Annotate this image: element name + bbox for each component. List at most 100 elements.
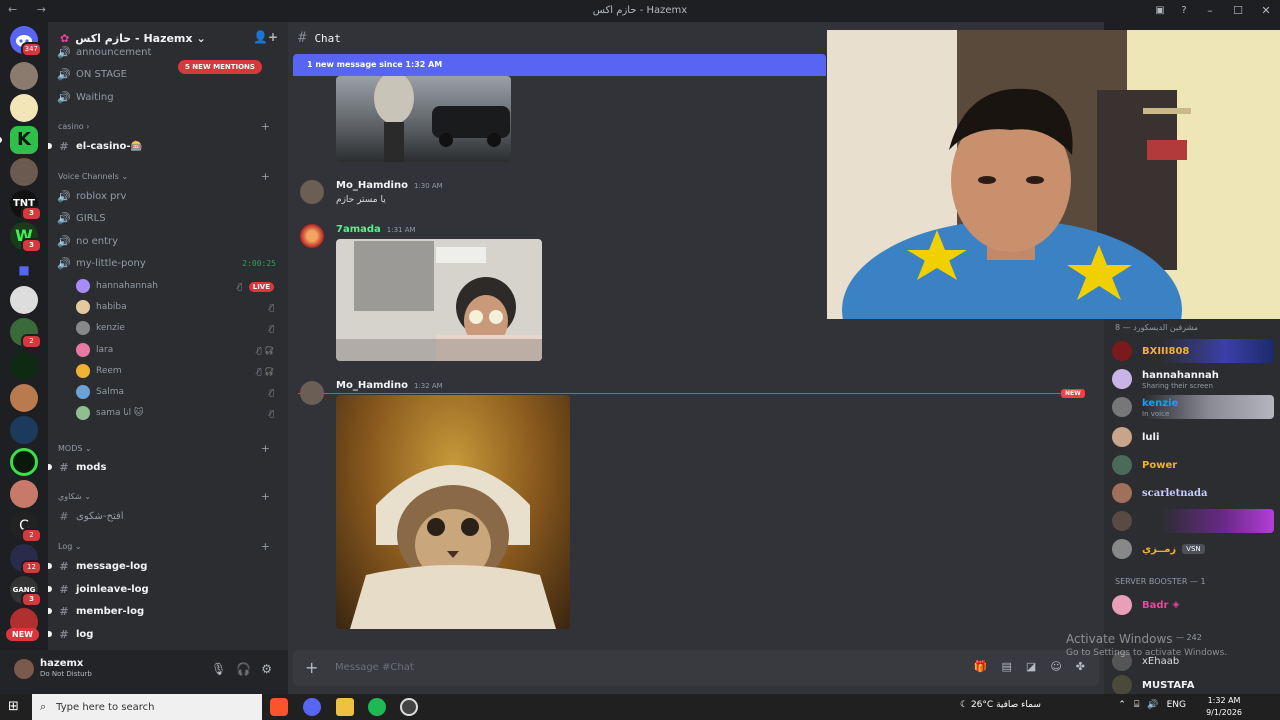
channel-message-log[interactable]: # message-log xyxy=(48,556,282,576)
obs-icon[interactable] xyxy=(400,698,418,716)
user-name[interactable]: hazemx xyxy=(40,658,83,669)
server-icon[interactable]: W3 xyxy=(10,222,42,253)
add-channel-icon[interactable]: + xyxy=(261,120,270,133)
category-voice[interactable]: Voice Channels ⌄ + xyxy=(58,170,282,186)
server-icon[interactable] xyxy=(10,158,38,186)
add-channel-icon[interactable]: + xyxy=(261,170,270,183)
channel-member-log[interactable]: # member-log xyxy=(48,601,282,621)
server-icon[interactable] xyxy=(10,62,38,90)
emoji-icon[interactable]: ☺ xyxy=(1050,660,1061,673)
member-item[interactable]: hannahannah Sharing their screen xyxy=(1112,367,1274,391)
server-icon[interactable] xyxy=(10,384,38,412)
message-author[interactable]: 7amada 1:31 AM xyxy=(336,224,416,235)
server-icon[interactable]: GANG 3 xyxy=(10,576,42,607)
mic-icon[interactable]: 🎙 xyxy=(211,662,226,676)
voice-user[interactable]: Salma 🎙̸ xyxy=(76,382,276,402)
server-icon[interactable] xyxy=(10,352,38,380)
member-item[interactable]: Power xyxy=(1112,453,1274,477)
headphones-icon[interactable]: 🎧 xyxy=(236,662,251,676)
close-button[interactable]: ✕ xyxy=(1252,0,1280,22)
image-attachment[interactable] xyxy=(336,239,542,361)
server-icon[interactable] xyxy=(10,480,38,508)
server-icon[interactable]: 2 xyxy=(10,318,42,349)
category-casino[interactable]: casino › + xyxy=(58,120,282,136)
channel-log[interactable]: # log xyxy=(48,624,282,644)
apps-icon[interactable]: ✤ xyxy=(1076,660,1085,673)
voice-user[interactable]: hannahannah 🎙̸ LIVE xyxy=(76,276,276,296)
server-icon[interactable]: 12 xyxy=(10,544,42,575)
network-icon[interactable]: ⌸ xyxy=(1134,700,1139,710)
windows-start-icon[interactable]: ⊞ xyxy=(8,699,19,714)
spotify-icon[interactable] xyxy=(368,698,386,716)
add-channel-icon[interactable]: + xyxy=(261,442,270,455)
channel-roblox-prv[interactable]: 🔊 roblox prv xyxy=(56,186,282,206)
channel-no-entry[interactable]: 🔊 no entry xyxy=(56,231,282,251)
image-attachment[interactable] xyxy=(336,76,511,162)
category-mods[interactable]: MODS ⌄ + xyxy=(58,442,282,458)
server-icon[interactable]: TNT 3 xyxy=(10,190,42,221)
member-item[interactable]: BXIII808 xyxy=(1112,339,1274,363)
new-mentions-badge[interactable]: 5 NEW MENTIONS xyxy=(178,60,262,74)
folder-icon[interactable]: ■ xyxy=(10,256,38,284)
minimize-button[interactable]: – xyxy=(1196,0,1224,22)
gift-icon[interactable]: 🎁 xyxy=(974,660,988,673)
message-author[interactable]: Mo_Hamdino 1:32 AM xyxy=(336,380,443,391)
add-channel-icon[interactable]: + xyxy=(261,540,270,553)
category-log[interactable]: Log ⌄ + xyxy=(58,540,282,556)
sticker-icon[interactable]: ◪ xyxy=(1026,660,1036,673)
avatar[interactable] xyxy=(300,381,324,405)
add-channel-icon[interactable]: + xyxy=(261,490,270,503)
member-item[interactable]: kenzie In voice xyxy=(1112,395,1274,419)
brave-icon[interactable] xyxy=(270,698,288,716)
member-item[interactable]: Badr ◈ xyxy=(1112,593,1274,617)
voice-user[interactable]: lara 🎙̸ 🎧̸ xyxy=(76,340,276,360)
server-icon[interactable] xyxy=(10,286,38,314)
member-item[interactable]: luli xyxy=(1112,425,1274,449)
message-author[interactable]: Mo_Hamdino 1:30 AM xyxy=(336,180,443,191)
voice-user[interactable]: Reem 🎙̸ 🎧̸ xyxy=(76,361,276,381)
channel-girls[interactable]: 🔊 GIRLS xyxy=(56,208,282,228)
voice-user[interactable]: habiba 🎙̸ xyxy=(76,297,276,317)
weather-widget[interactable]: ☾ 26°C سماء صافية xyxy=(960,700,1041,710)
avatar[interactable] xyxy=(14,659,34,679)
channel-waiting[interactable]: 🔊 Waiting xyxy=(56,87,282,107)
language-indicator[interactable]: ENG xyxy=(1167,700,1186,710)
server-icon[interactable]: C2 xyxy=(10,512,42,543)
message-input[interactable]: Message #Chat xyxy=(335,662,414,673)
server-icon[interactable]: K xyxy=(0,126,38,154)
channel-complaints[interactable]: # افتح-شكوى xyxy=(56,506,282,526)
settings-icon[interactable]: ⚙ xyxy=(261,662,272,676)
inbox-icon[interactable]: ▣ xyxy=(1148,0,1172,22)
member-item[interactable]: scarletnada xyxy=(1112,481,1274,505)
server-icon[interactable] xyxy=(10,448,38,476)
maximize-button[interactable]: ☐ xyxy=(1224,0,1252,22)
avatar[interactable] xyxy=(300,224,324,248)
new-unread-pill[interactable]: NEW xyxy=(6,628,39,641)
member-item[interactable] xyxy=(1112,509,1274,533)
taskbar-clock[interactable]: 1:32 AM 9/1/2026 xyxy=(1206,695,1242,719)
taskbar-search[interactable]: ⌕ Type here to search xyxy=(32,694,262,720)
channel-mods[interactable]: # mods xyxy=(48,457,282,477)
channel-announcement[interactable]: 🔊 announcement xyxy=(56,42,282,62)
tray-chevron-icon[interactable]: ⌃ xyxy=(1118,700,1126,710)
voice-user[interactable]: kenzie 🎙̸ xyxy=(76,318,276,338)
member-item[interactable]: MUSTAFA xyxy=(1112,673,1274,694)
add-attachment-button[interactable]: + xyxy=(305,658,318,677)
discord-icon[interactable] xyxy=(303,698,321,716)
server-icon[interactable] xyxy=(10,94,38,122)
channel-my-little-pony[interactable]: 🔊 my-little-pony 2:00:25 xyxy=(56,253,282,273)
avatar[interactable] xyxy=(300,180,324,204)
file-explorer-icon[interactable] xyxy=(336,698,354,716)
new-messages-banner[interactable]: 1 new message since 1:32 AM xyxy=(293,54,826,76)
image-attachment[interactable] xyxy=(336,395,570,629)
help-icon[interactable]: ? xyxy=(1172,0,1196,22)
channel-el-casino[interactable]: # el-casino-🎰 xyxy=(48,136,282,156)
voice-user[interactable]: sama انا 🐱 🎙̸ xyxy=(76,403,276,423)
category-complaints[interactable]: شكاوي ⌄ + xyxy=(58,490,282,506)
channel-joinleave-log[interactable]: # joinleave-log xyxy=(48,579,282,599)
member-item[interactable]: زمــزي VSN xyxy=(1112,537,1274,561)
server-icon[interactable] xyxy=(10,416,38,444)
home-button[interactable]: 347 xyxy=(10,26,42,57)
volume-icon[interactable]: 🔊 xyxy=(1147,700,1158,710)
gif-icon[interactable]: ▤ xyxy=(1002,660,1012,673)
